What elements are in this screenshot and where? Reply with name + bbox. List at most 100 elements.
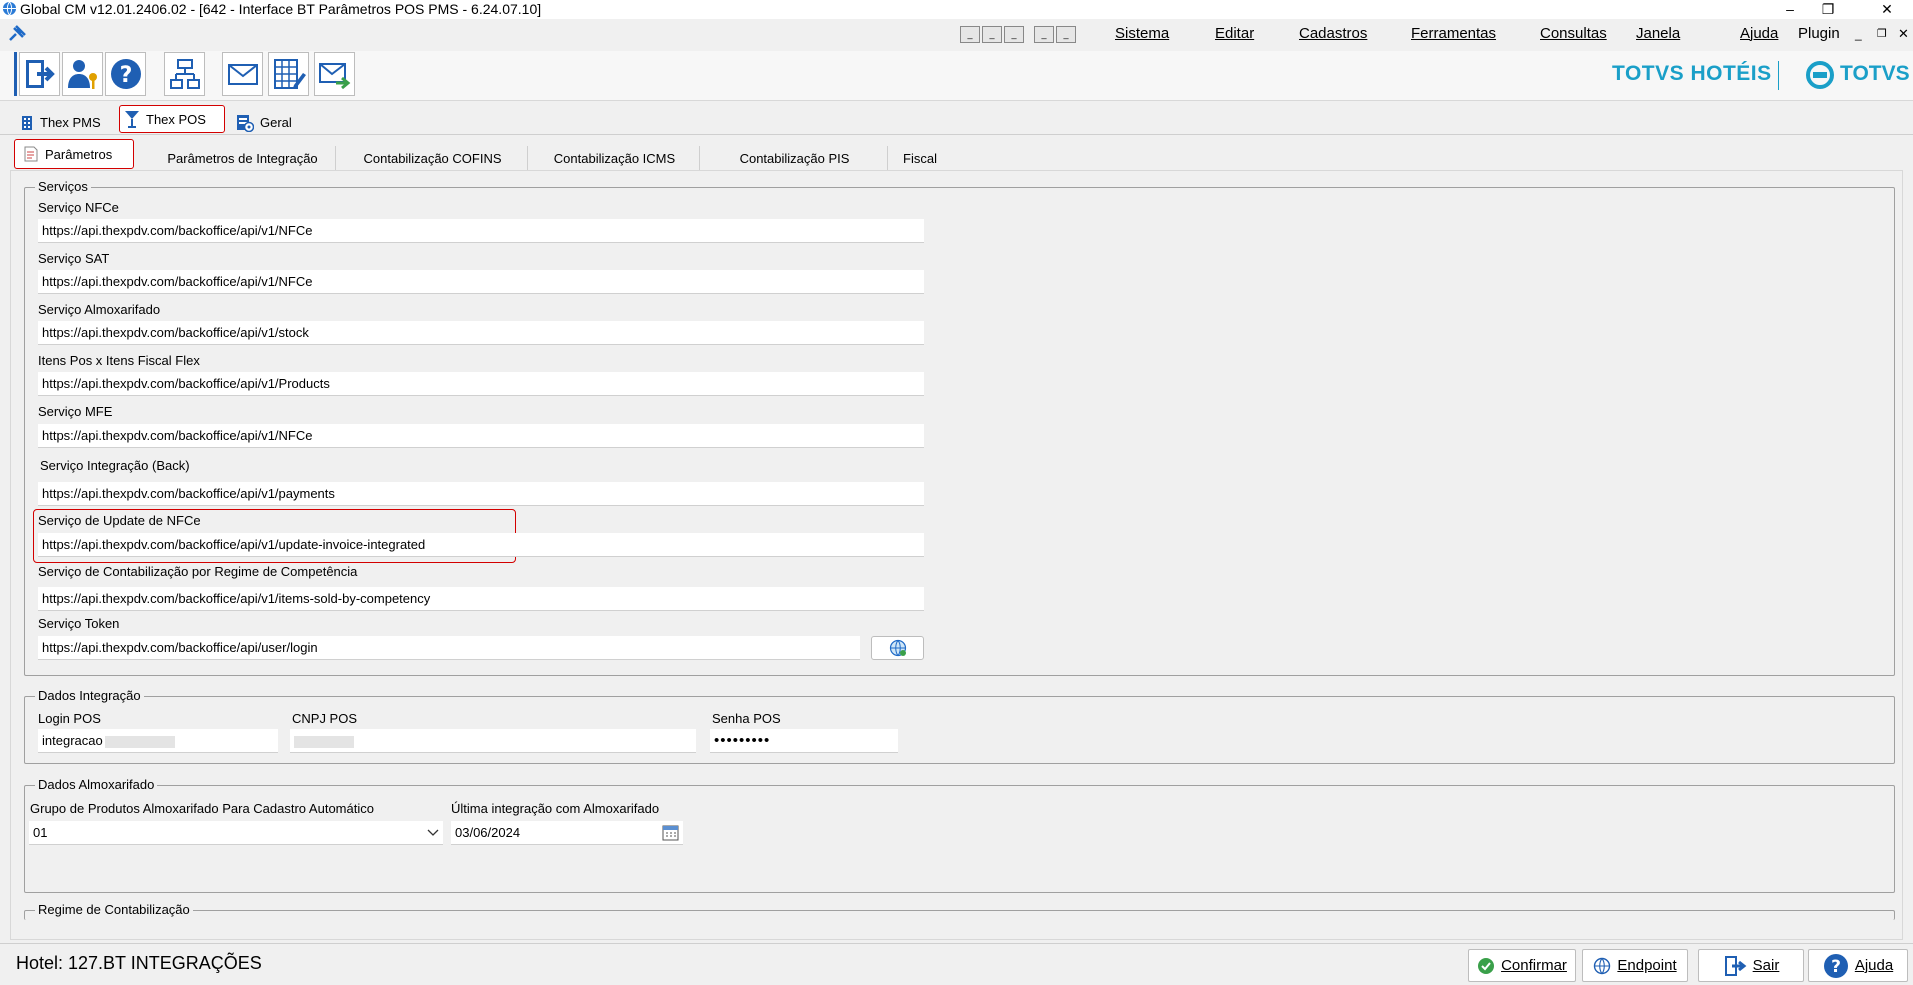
mdi-tile-button-3[interactable]: _ <box>1004 26 1024 43</box>
confirmar-button[interactable]: Confirmar <box>1468 949 1576 982</box>
hotel-status: Hotel: 127.BT INTEGRAÇÕES <box>16 953 262 973</box>
mdi-tile-button-1[interactable]: _ <box>960 26 980 43</box>
servico-token-input[interactable]: https://api.thexpdv.com/backoffice/api/u… <box>38 636 860 660</box>
settings-doc-icon <box>237 114 254 132</box>
dados-integracao-legend: Dados Integração <box>35 688 144 703</box>
confirmar-button-label: Confirmar <box>1501 957 1567 974</box>
envelope-send-icon <box>318 63 350 90</box>
tab-thex-pos-label: Thex POS <box>146 111 206 127</box>
tab-thex-pms[interactable]: Thex PMS <box>16 111 116 134</box>
mdi-tile-button-4[interactable]: _ <box>1034 26 1054 43</box>
mdi-minimize-icon[interactable]: _ <box>1855 27 1862 41</box>
servicos-legend: Serviços <box>35 179 91 194</box>
window-title: Global CM v12.01.2406.02 - [642 - Interf… <box>20 1 542 17</box>
tab-geral-label: Geral <box>260 115 292 130</box>
login-pos-input[interactable]: integracao <box>38 729 278 753</box>
exit-app-button[interactable] <box>19 52 60 96</box>
cnpj-pos-input[interactable] <box>290 729 696 753</box>
subtab-contabilizacao-icms-label: Contabilização ICMS <box>553 150 676 166</box>
send-mail-button[interactable] <box>314 52 355 96</box>
user-key-icon <box>67 60 97 89</box>
endpoint-button-label: Endpoint <box>1617 957 1677 974</box>
servico-contabilizacao-input[interactable]: https://api.thexpdv.com/backoffice/api/v… <box>38 587 924 611</box>
calendar-icon[interactable] <box>662 824 679 841</box>
tab-geral[interactable]: Geral <box>232 111 302 134</box>
servico-nfce-input[interactable]: https://api.thexpdv.com/backoffice/api/v… <box>38 219 924 243</box>
envelope-icon <box>227 64 258 85</box>
servico-sat-input[interactable]: https://api.thexpdv.com/backoffice/api/v… <box>38 270 924 294</box>
mdi-tile-button-2[interactable]: _ <box>982 26 1002 43</box>
menu-sistema[interactable]: Sistema <box>1115 25 1169 42</box>
senha-pos-label: Senha POS <box>712 711 781 726</box>
menu-editar[interactable]: Editar <box>1215 25 1254 42</box>
brand-totvs-hoteis: TOTVS HOTÉIS <box>1612 62 1772 85</box>
hierarchy-icon <box>169 59 200 89</box>
tab-divider <box>0 134 1913 135</box>
servico-almoxarifado-label: Serviço Almoxarifado <box>38 302 161 317</box>
title-bar: Global CM v12.01.2406.02 - [642 - Interf… <box>0 0 1913 19</box>
menu-janela[interactable]: Janela <box>1636 25 1680 42</box>
ajuda-button[interactable]: ? Ajuda <box>1808 949 1908 982</box>
subtab-contabilizacao-pis[interactable]: Contabilização PIS <box>702 146 888 170</box>
building-icon <box>22 115 32 130</box>
close-icon[interactable]: ✕ <box>1872 0 1902 19</box>
subtab-fiscal[interactable]: Fiscal <box>890 146 950 170</box>
brand-totvs: TOTVS <box>1840 62 1910 85</box>
svg-text:?: ? <box>119 63 132 88</box>
subtab-contabilizacao-icms[interactable]: Contabilização ICMS <box>530 146 700 170</box>
report-edit-button[interactable] <box>268 52 309 96</box>
servico-update-nfce-label: Serviço de Update de NFCe <box>38 513 201 528</box>
itens-pos-fiscal-input[interactable]: https://api.thexpdv.com/backoffice/api/v… <box>38 372 924 396</box>
menu-bar <box>0 19 1913 51</box>
document-icon <box>24 146 38 162</box>
grupo-produtos-value: 01 <box>33 825 48 840</box>
menu-consultas[interactable]: Consultas <box>1540 25 1607 42</box>
dados-almoxarifado-legend: Dados Almoxarifado <box>35 777 158 792</box>
restore-icon[interactable]: ❐ <box>1813 0 1843 19</box>
mdi-restore-icon[interactable]: ❐ <box>1877 27 1887 40</box>
senha-pos-input[interactable]: ••••••••• <box>710 729 898 753</box>
subtab-parametros[interactable]: Parâmetros <box>14 139 134 169</box>
ultima-integracao-label: Última integração com Almoxarifado <box>451 801 660 816</box>
cnpj-pos-label: CNPJ POS <box>292 711 358 726</box>
check-circle-icon <box>1478 957 1495 974</box>
mdi-close-icon[interactable]: ✕ <box>1898 26 1909 42</box>
redacted-blur <box>104 735 175 748</box>
globe-icon <box>1594 957 1611 974</box>
pin-icon[interactable] <box>6 23 28 43</box>
mdi-tile-button-5[interactable]: _ <box>1056 26 1076 43</box>
endpoint-button[interactable]: Endpoint <box>1582 949 1688 982</box>
ajuda-button-label: Ajuda <box>1854 957 1894 974</box>
grupo-produtos-select[interactable]: 01 <box>29 821 443 845</box>
help-button[interactable]: ? <box>105 52 146 96</box>
test-token-button[interactable] <box>871 636 924 660</box>
toolbar-grip <box>14 52 17 96</box>
help-question-icon: ? <box>110 59 141 89</box>
mail-button[interactable] <box>222 52 263 96</box>
minimize-icon[interactable]: – <box>1775 0 1805 19</box>
login-pos-value: integracao <box>42 733 103 748</box>
ultima-integracao-value: 03/06/2024 <box>455 825 521 840</box>
regime-contabilizacao-group: Regime de Contabilização <box>24 902 1895 920</box>
menu-ferramentas[interactable]: Ferramentas <box>1411 25 1496 42</box>
menu-ajuda[interactable]: Ajuda <box>1740 25 1778 42</box>
servico-almoxarifado-input[interactable]: https://api.thexpdv.com/backoffice/api/v… <box>38 321 924 345</box>
grupo-produtos-label: Grupo de Produtos Almoxarifado Para Cada… <box>30 801 374 816</box>
subtab-parametros-integracao-label: Parâmetros de Integração <box>167 150 318 166</box>
menu-plugin[interactable]: Plugin <box>1798 25 1840 42</box>
servico-update-nfce-input[interactable]: https://api.thexpdv.com/backoffice/api/v… <box>38 533 924 557</box>
redacted-blur <box>294 735 354 748</box>
subtab-contabilizacao-cofins[interactable]: Contabilização COFINS <box>338 146 528 170</box>
app-globe-icon <box>2 1 17 16</box>
structure-button[interactable] <box>164 52 205 96</box>
ultima-integracao-date-input[interactable]: 03/06/2024 <box>451 821 683 845</box>
servico-integracao-back-input[interactable]: https://api.thexpdv.com/backoffice/api/v… <box>38 482 924 506</box>
tab-thex-pos[interactable]: Thex POS <box>119 105 225 133</box>
menu-cadastros[interactable]: Cadastros <box>1299 25 1367 42</box>
subtab-contabilizacao-pis-label: Contabilização PIS <box>739 150 850 166</box>
servico-mfe-input[interactable]: https://api.thexpdv.com/backoffice/api/v… <box>38 424 924 448</box>
sair-button[interactable]: Sair <box>1698 949 1804 982</box>
tab-thex-pms-label: Thex PMS <box>40 115 101 130</box>
user-key-button[interactable] <box>62 52 103 96</box>
subtab-parametros-integracao[interactable]: Parâmetros de Integração <box>150 146 336 170</box>
